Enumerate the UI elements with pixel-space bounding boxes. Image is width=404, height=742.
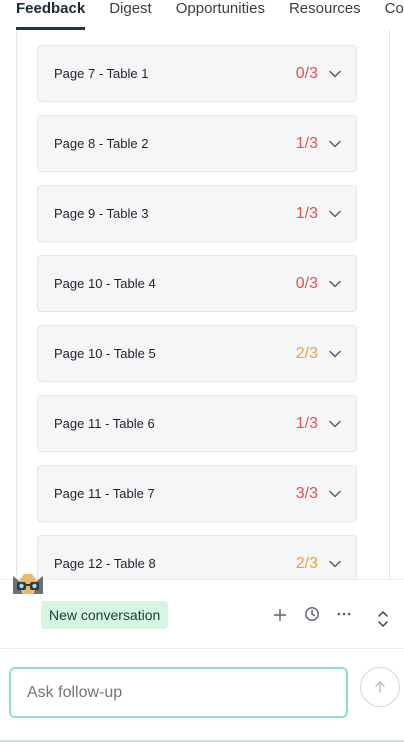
conversation-area: New conversation xyxy=(0,574,404,742)
tab-feedback[interactable]: Feedback xyxy=(16,0,86,30)
score-badge: 1/3 xyxy=(295,204,318,222)
chevron-down-icon[interactable] xyxy=(328,347,342,361)
plus-icon[interactable] xyxy=(270,605,290,625)
chevron-down-icon[interactable] xyxy=(328,557,342,571)
table-row-label: Page 9 - Table 3 xyxy=(54,206,149,221)
feedback-panel[interactable]: Page 7 - Table 1 0/3 Page 8 - Table 2 1/3 Pa… xyxy=(16,30,390,579)
divider xyxy=(0,648,404,649)
new-conversation-button[interactable]: New conversation xyxy=(41,601,169,629)
score-badge: 2/3 xyxy=(295,554,318,572)
tab-resources[interactable]: Resources xyxy=(289,0,361,30)
table-row[interactable]: Page 11 - Table 7 3/3 xyxy=(37,465,357,522)
score-badge: 2/3 xyxy=(295,344,318,362)
tab-digest[interactable]: Digest xyxy=(109,0,152,30)
chevron-down-icon[interactable] xyxy=(328,487,342,501)
table-row-label: Page 8 - Table 2 xyxy=(54,136,149,151)
table-row-label: Page 11 - Table 6 xyxy=(54,416,155,431)
follow-up-input[interactable] xyxy=(11,669,346,716)
send-button[interactable] xyxy=(360,667,400,707)
table-row-label: Page 10 - Table 4 xyxy=(54,276,156,291)
send-arrow-icon xyxy=(375,681,385,693)
chevron-down-icon[interactable] xyxy=(328,277,342,291)
chevron-down-icon[interactable] xyxy=(328,67,342,81)
table-row-label: Page 10 - Table 5 xyxy=(54,346,156,361)
table-row[interactable]: Page 7 - Table 1 0/3 xyxy=(37,45,357,102)
table-row-label: Page 11 - Table 7 xyxy=(54,486,155,501)
table-row-label: Page 12 - Table 8 xyxy=(54,556,156,571)
score-badge: 1/3 xyxy=(295,414,318,432)
table-row[interactable]: Page 11 - Table 6 1/3 xyxy=(37,395,357,452)
table-row[interactable]: Page 9 - Table 3 1/3 xyxy=(37,185,357,242)
chevron-down-icon[interactable] xyxy=(328,207,342,221)
score-badge: 1/3 xyxy=(295,134,318,152)
history-icon[interactable] xyxy=(302,604,322,624)
expand-collapse-icon[interactable] xyxy=(373,608,393,630)
chevron-down-icon[interactable] xyxy=(328,137,342,151)
tab-opportunities[interactable]: Opportunities xyxy=(176,0,265,30)
cat-mascot-icon xyxy=(13,574,43,594)
follow-up-input-container xyxy=(9,667,348,718)
score-badge: 3/3 xyxy=(295,484,318,502)
table-row[interactable]: Page 10 - Table 4 0/3 xyxy=(37,255,357,312)
score-badge: 0/3 xyxy=(295,64,318,82)
table-row[interactable]: Page 8 - Table 2 1/3 xyxy=(37,115,357,172)
table-row[interactable]: Page 10 - Table 5 2/3 xyxy=(37,325,357,382)
more-icon[interactable] xyxy=(334,604,354,624)
table-row-label: Page 7 - Table 1 xyxy=(54,66,149,81)
chevron-down-icon[interactable] xyxy=(328,417,342,431)
tab-bar: Feedback Digest Opportunities Resources Coll… xyxy=(0,0,404,30)
tab-colle[interactable]: Colle xyxy=(385,0,404,30)
table-list: Page 7 - Table 1 0/3 Page 8 - Table 2 1/3 Pa… xyxy=(37,45,357,579)
table-row[interactable]: Page 12 - Table 8 2/3 xyxy=(37,535,357,579)
score-badge: 0/3 xyxy=(295,274,318,292)
